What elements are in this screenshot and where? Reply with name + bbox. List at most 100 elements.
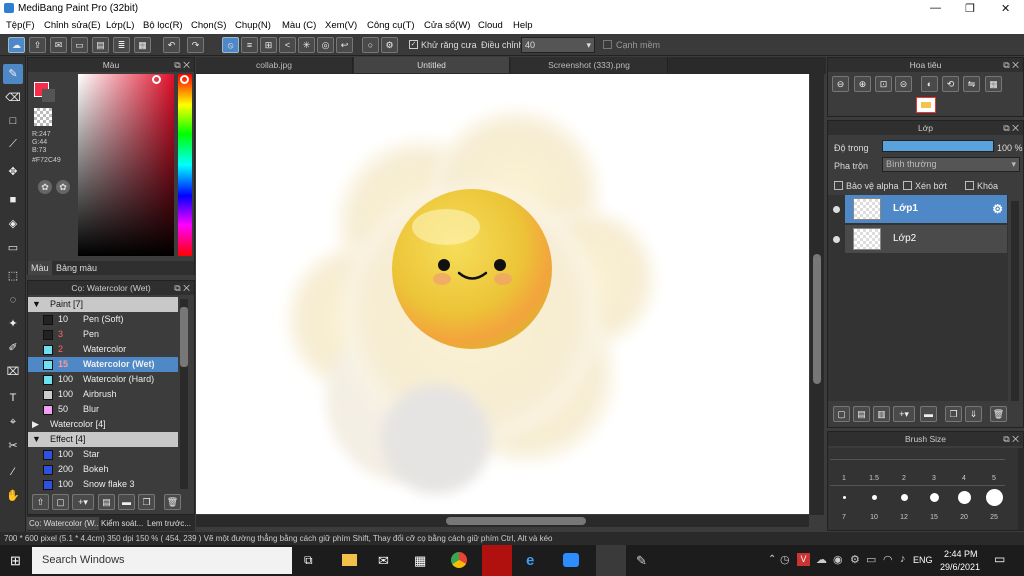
- vertical-scrollbar[interactable]: [810, 74, 824, 515]
- trash-icon[interactable]: 🗑: [164, 494, 181, 510]
- brush-item-selected[interactable]: 15Watercolor (Wet)⚙: [28, 357, 178, 372]
- notification-icon[interactable]: ▭: [994, 552, 1005, 566]
- grid-icon[interactable]: ▦: [134, 37, 151, 53]
- tab-brush[interactable]: Cọ: Watercolor (W...: [27, 517, 99, 530]
- edit-icon[interactable]: ▤: [98, 494, 115, 510]
- antialias-checkbox[interactable]: ✓: [409, 40, 418, 49]
- new-8bit-layer-icon[interactable]: ▥: [873, 406, 890, 422]
- radial-snap-icon[interactable]: ✳: [298, 37, 315, 53]
- edge-icon[interactable]: e: [526, 552, 534, 569]
- menu-help[interactable]: Help: [513, 20, 533, 31]
- size-option[interactable]: 1.5: [860, 475, 888, 482]
- parallel-snap-icon[interactable]: ≡: [241, 37, 258, 53]
- visibility-icon[interactable]: [833, 236, 840, 243]
- cloud-icon[interactable]: ☁: [8, 37, 25, 53]
- size-option[interactable]: 5: [980, 475, 1008, 482]
- shape-tool-icon[interactable]: ■: [3, 190, 23, 210]
- list-icon[interactable]: ≣: [113, 37, 130, 53]
- network-icon[interactable]: ◠: [883, 553, 893, 566]
- zoom-reset-icon[interactable]: ⊝: [895, 76, 912, 92]
- export-icon[interactable]: ⇪: [29, 37, 46, 53]
- volume-icon[interactable]: ♪: [900, 553, 906, 565]
- secondary-color-swatch[interactable]: [42, 89, 55, 102]
- brush-tool-icon[interactable]: ✎: [3, 64, 23, 84]
- tray-cloud-icon[interactable]: ☁: [816, 553, 827, 566]
- trash-icon[interactable]: 🗑: [990, 406, 1007, 422]
- menu-window[interactable]: Cửa sổ(W): [424, 20, 470, 31]
- gradient-tool-icon[interactable]: ▭: [3, 238, 23, 258]
- brush-scrollbar[interactable]: [180, 299, 188, 489]
- size-option[interactable]: 15: [920, 514, 948, 521]
- palette-add-icon[interactable]: ✿: [56, 180, 70, 194]
- folder-icon[interactable]: ▬: [118, 494, 135, 510]
- rotate-icon[interactable]: ◐: [921, 76, 938, 92]
- layer-row-selected[interactable]: Lớp1 ⚙: [845, 195, 1007, 223]
- task-view-icon[interactable]: ⧉: [304, 553, 313, 568]
- redo-icon[interactable]: ↷: [187, 37, 204, 53]
- curve-snap-icon[interactable]: ↩: [336, 37, 353, 53]
- undo-icon[interactable]: ↶: [163, 37, 180, 53]
- brush-item[interactable]: 2 Watercolor: [28, 342, 178, 357]
- menu-cloud[interactable]: Cloud: [478, 20, 503, 31]
- tab-collab[interactable]: collab.jpg: [196, 57, 353, 73]
- select-eraser-icon[interactable]: ⌧: [3, 362, 23, 382]
- size-option[interactable]: 7: [830, 514, 858, 521]
- brush-item[interactable]: 100 Snow flake 3: [28, 477, 178, 490]
- layer-row[interactable]: Lớp2: [845, 225, 1007, 253]
- new-layer-icon[interactable]: ▢: [833, 406, 850, 422]
- zoom-in-icon[interactable]: ⊕: [854, 76, 871, 92]
- line-tool-icon[interactable]: ⟋: [3, 134, 23, 154]
- menu-capture[interactable]: Chụp(N): [235, 20, 271, 31]
- tab-screenshot[interactable]: Screenshot (333).png: [511, 57, 668, 73]
- panel-close-icon[interactable]: ⧉ ✕: [1003, 58, 1019, 72]
- navigator-thumbnail[interactable]: [916, 97, 936, 113]
- select-tool-icon[interactable]: ⬚: [3, 266, 23, 286]
- size-option[interactable]: 2: [890, 475, 918, 482]
- horizontal-scrollbar[interactable]: [196, 515, 809, 527]
- brush-item[interactable]: 100 Watercolor (Hard): [28, 372, 178, 387]
- minimize-button[interactable]: —: [930, 2, 941, 14]
- menu-layer[interactable]: Lớp(L): [106, 20, 134, 31]
- brush-size-scrollbar[interactable]: [1018, 448, 1024, 530]
- menu-select[interactable]: Chọn(S): [191, 20, 226, 31]
- file-explorer-icon[interactable]: [342, 554, 357, 566]
- hue-cursor[interactable]: [180, 75, 189, 84]
- operation-tool-icon[interactable]: ⌖: [3, 412, 23, 432]
- menu-view[interactable]: Xem(V): [325, 20, 357, 31]
- visibility-icon[interactable]: [833, 206, 840, 213]
- gear-icon[interactable]: ⚙: [992, 195, 1003, 223]
- mail-icon[interactable]: ✉: [378, 553, 389, 569]
- tray-app-icon[interactable]: ◉: [833, 553, 843, 566]
- new-brush-icon[interactable]: ▢: [52, 494, 69, 510]
- medibang-task-icon[interactable]: [596, 545, 626, 576]
- adjust-select[interactable]: 40 ▾: [521, 37, 595, 53]
- move-tool-icon[interactable]: ✥: [3, 162, 23, 182]
- size-option[interactable]: 12: [890, 514, 918, 521]
- duplicate-icon[interactable]: ❐: [945, 406, 962, 422]
- brush-group-effect[interactable]: ▼ Effect [4]: [28, 432, 178, 447]
- windows-start-icon[interactable]: ⊞: [10, 553, 21, 569]
- tab-color[interactable]: Màu: [28, 261, 52, 275]
- tray-app-icon[interactable]: ◷: [780, 553, 790, 566]
- tab-palette[interactable]: Bảng màu: [53, 261, 100, 275]
- brush-item[interactable]: 100 Airbrush: [28, 387, 178, 402]
- fit-icon[interactable]: ⊡: [875, 76, 892, 92]
- flip-icon[interactable]: ⇋: [963, 76, 980, 92]
- folder-icon[interactable]: ▬: [920, 406, 937, 422]
- eyedropper-tool-icon[interactable]: ⁄: [3, 462, 23, 482]
- select-pen-icon[interactable]: ✐: [3, 338, 23, 358]
- tray-app-icon[interactable]: ⚙: [850, 553, 860, 566]
- menu-file[interactable]: Tệp(F): [6, 20, 35, 31]
- grid-view-icon[interactable]: ▦: [985, 76, 1002, 92]
- close-button[interactable]: ✕: [1001, 2, 1010, 15]
- document-icon[interactable]: ▤: [92, 37, 109, 53]
- layer-scrollbar[interactable]: [1011, 201, 1019, 401]
- brush-item[interactable]: 50 Blur: [28, 402, 178, 417]
- divide-tool-icon[interactable]: ✂: [3, 436, 23, 456]
- blend-select[interactable]: Bình thường ▾: [882, 157, 1020, 172]
- add-brush-icon[interactable]: +▾: [72, 494, 94, 510]
- size-option[interactable]: 4: [950, 475, 978, 482]
- crosshair-snap-icon[interactable]: ⊞: [260, 37, 277, 53]
- vanish-point-icon[interactable]: <: [279, 37, 296, 53]
- hue-slider[interactable]: [178, 74, 192, 256]
